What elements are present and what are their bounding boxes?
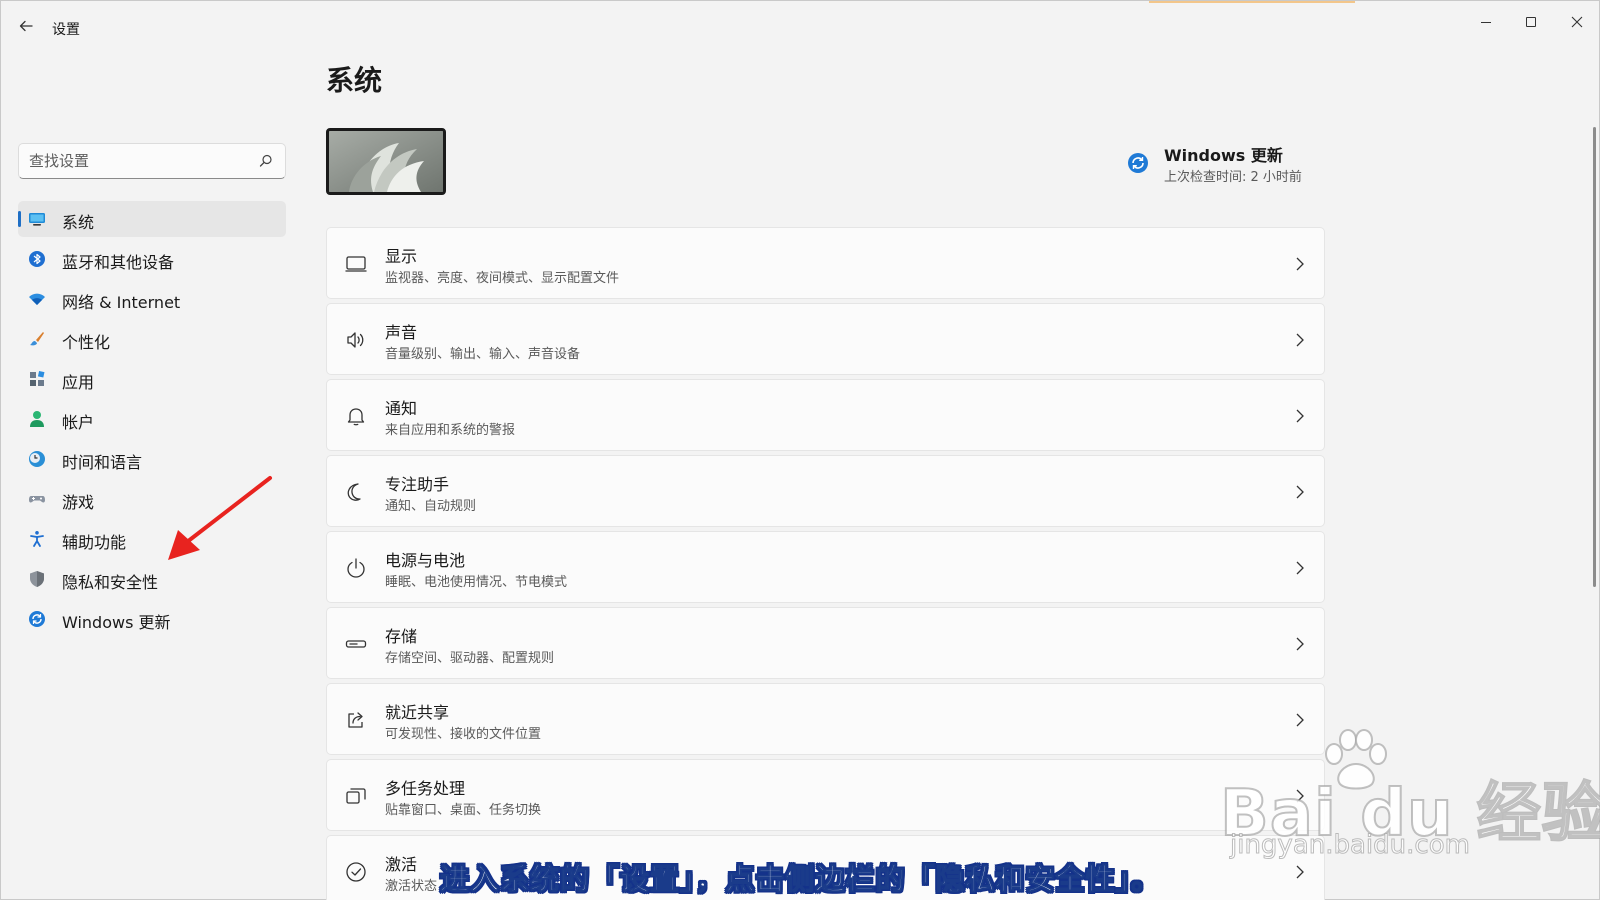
card-subtitle: 可发现性、接收的文件位置 xyxy=(385,727,542,742)
maximize-icon xyxy=(1526,17,1536,27)
update-icon xyxy=(1128,153,1148,173)
sidebar-item-label: Windows 更新 xyxy=(62,613,171,632)
card-title: 专注助手 xyxy=(385,475,450,494)
card-title: 通知 xyxy=(385,399,418,418)
close-icon xyxy=(1571,16,1583,28)
sidebar-item-system[interactable]: 系统 xyxy=(18,201,286,237)
card-notifications[interactable]: 通知 来自应用和系统的警报 xyxy=(326,379,1325,451)
minimize-icon xyxy=(1481,21,1491,23)
chevron-right-icon xyxy=(1296,561,1304,575)
card-title: 显示 xyxy=(385,247,418,266)
sidebar-item-label: 网络 & Internet xyxy=(62,293,181,312)
tutorial-caption: 进入系统的「设置」，点击侧边栏的「隐私和安全性」。 xyxy=(439,862,1162,897)
apps-icon xyxy=(30,371,45,386)
account-icon xyxy=(30,411,44,427)
shield-icon xyxy=(30,571,44,587)
gamepad-icon xyxy=(29,496,45,503)
close-button[interactable] xyxy=(1554,7,1600,37)
card-display[interactable]: 显示 监视器、亮度、夜间模式、显示配置文件 xyxy=(326,227,1325,299)
minimize-button[interactable] xyxy=(1463,7,1509,37)
chevron-right-icon xyxy=(1296,637,1304,651)
card-storage[interactable]: 存储 存储空间、驱动器、配置规则 xyxy=(326,607,1325,679)
globe-clock-icon xyxy=(29,451,45,467)
red-pointer-arrow-icon xyxy=(168,476,272,560)
back-button[interactable] xyxy=(15,15,37,37)
baidu-watermark: Bai du 经验 jingyan.baidu.com xyxy=(1219,728,1600,861)
card-title: 电源与电池 xyxy=(385,551,466,570)
search-input[interactable] xyxy=(29,150,249,172)
card-title: 声音 xyxy=(385,323,418,342)
chevron-right-icon xyxy=(1296,485,1304,499)
card-subtitle: 通知、自动规则 xyxy=(385,499,477,514)
power-icon xyxy=(347,558,365,578)
sidebar-item-personalization[interactable]: 个性化 xyxy=(18,321,286,357)
windows-update-status[interactable]: Windows 更新 上次检查时间: 2 小时前 xyxy=(1127,139,1337,189)
bell-icon xyxy=(347,408,365,426)
sidebar-item-windows-update[interactable]: Windows 更新 xyxy=(18,601,286,637)
chevron-right-icon xyxy=(1296,865,1304,879)
sidebar-item-label: 蓝牙和其他设备 xyxy=(62,253,175,272)
sidebar-item-apps[interactable]: 应用 xyxy=(18,361,286,397)
card-title: 存储 xyxy=(385,627,418,646)
card-subtitle: 贴靠窗口、桌面、任务切换 xyxy=(385,803,542,818)
card-subtitle: 音量级别、输出、输入、声音设备 xyxy=(385,347,581,362)
chevron-right-icon xyxy=(1296,713,1304,727)
sidebar-item-label: 时间和语言 xyxy=(62,453,143,472)
multitask-icon xyxy=(346,788,366,804)
card-power-battery[interactable]: 电源与电池 睡眠、电池使用情况、节电模式 xyxy=(326,531,1325,603)
update-title: Windows 更新 xyxy=(1164,146,1283,165)
check-circle-icon xyxy=(346,862,366,882)
sidebar-item-label: 游戏 xyxy=(62,493,95,512)
sidebar-item-accounts[interactable]: 帐户 xyxy=(18,401,286,437)
settings-card-list: 显示 监视器、亮度、夜间模式、显示配置文件 声音 音量级别、输出、输入、声音设备… xyxy=(326,227,1325,900)
card-title: 就近共享 xyxy=(385,703,450,722)
card-subtitle: 激活状态 xyxy=(385,879,438,894)
title-bar: 设置 xyxy=(1,1,1600,51)
moon-icon xyxy=(347,483,361,501)
card-subtitle: 监视器、亮度、夜间模式、显示配置文件 xyxy=(385,271,620,286)
card-sound[interactable]: 声音 音量级别、输出、输入、声音设备 xyxy=(326,303,1325,375)
card-subtitle: 睡眠、电池使用情况、节电模式 xyxy=(385,575,568,590)
chevron-right-icon xyxy=(1296,333,1304,347)
sidebar-item-label: 个性化 xyxy=(62,333,111,352)
sidebar-item-network[interactable]: 网络 & Internet xyxy=(18,281,286,317)
app-title: 设置 xyxy=(52,22,80,38)
watermark-url: jingyan.baidu.com xyxy=(1230,830,1471,861)
sidebar-item-label: 帐户 xyxy=(62,413,95,432)
sidebar-nav: 系统 蓝牙和其他设备 网络 & Internet 个性化 应用 帐户 时间和语言… xyxy=(18,201,286,641)
vertical-scrollbar[interactable] xyxy=(1593,127,1596,587)
card-title: 激活 xyxy=(385,855,418,874)
sidebar-item-bluetooth[interactable]: 蓝牙和其他设备 xyxy=(18,241,286,277)
update-icon xyxy=(29,611,45,627)
card-title: 多任务处理 xyxy=(385,779,466,798)
share-icon xyxy=(348,712,363,728)
brush-icon xyxy=(30,332,44,346)
display-icon xyxy=(345,256,367,272)
card-subtitle: 来自应用和系统的警报 xyxy=(385,423,516,438)
device-thumbnail[interactable] xyxy=(326,128,446,195)
page-title: 系统 xyxy=(326,64,383,97)
speaker-icon xyxy=(347,332,364,348)
card-subtitle: 存储空间、驱动器、配置规则 xyxy=(385,651,555,666)
search-box[interactable] xyxy=(18,143,286,179)
back-arrow-icon xyxy=(19,20,33,32)
search-icon[interactable] xyxy=(257,152,275,170)
wallpaper-bloom-image xyxy=(329,131,443,192)
maximize-button[interactable] xyxy=(1508,7,1554,37)
bluetooth-icon xyxy=(29,251,45,267)
sidebar-item-label: 应用 xyxy=(62,373,95,392)
card-focus-assist[interactable]: 专注助手 通知、自动规则 xyxy=(326,455,1325,527)
chevron-right-icon xyxy=(1296,409,1304,423)
wifi-icon xyxy=(29,293,45,305)
card-nearby-sharing[interactable]: 就近共享 可发现性、接收的文件位置 xyxy=(326,683,1325,755)
monitor-icon xyxy=(29,213,45,226)
accessibility-icon xyxy=(30,531,44,547)
card-multitasking[interactable]: 多任务处理 贴靠窗口、桌面、任务切换 xyxy=(326,759,1325,831)
storage-icon xyxy=(345,640,367,648)
sidebar-item-label: 隐私和安全性 xyxy=(62,573,159,592)
chevron-right-icon xyxy=(1296,257,1304,271)
sidebar-item-label: 系统 xyxy=(62,213,95,232)
sidebar-item-label: 辅助功能 xyxy=(62,533,127,552)
update-last-checked: 上次检查时间: 2 小时前 xyxy=(1164,170,1302,185)
